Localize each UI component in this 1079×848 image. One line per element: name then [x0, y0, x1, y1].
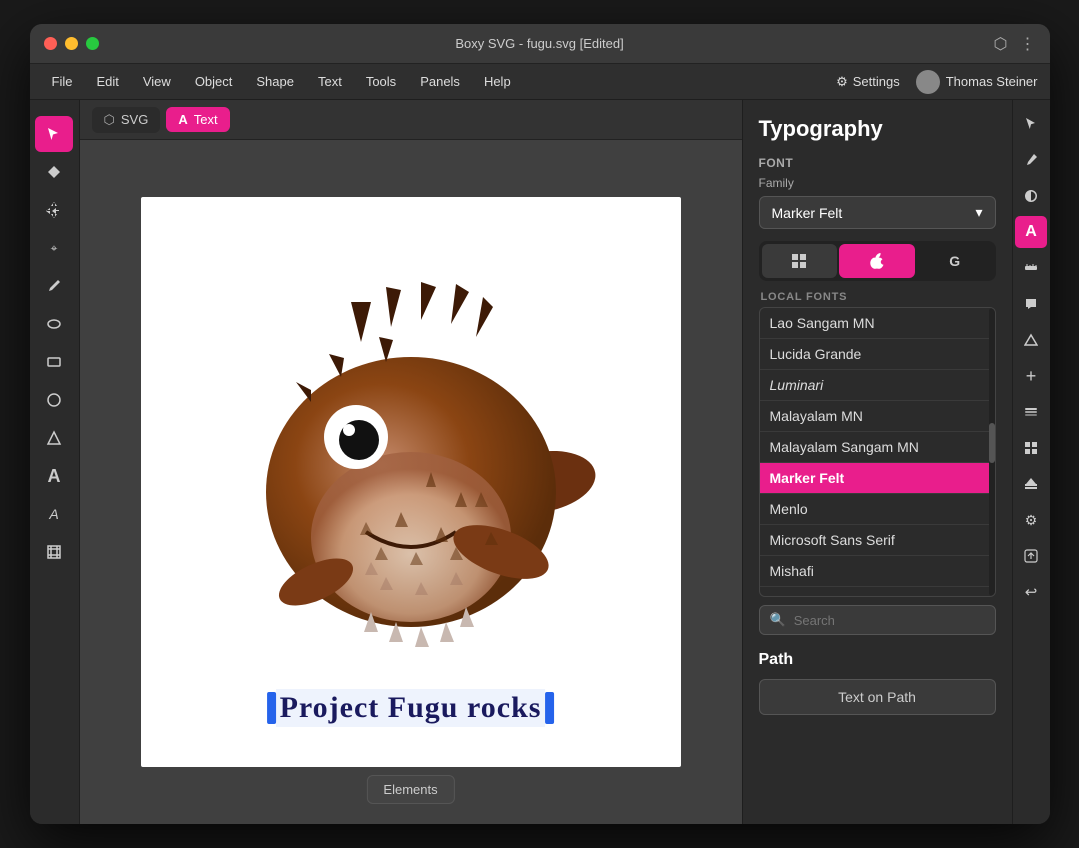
tool-frame[interactable]: [35, 534, 73, 570]
font-section-label: Font: [759, 156, 996, 170]
font-item-mishafi-gold[interactable]: Mishafi Gold: [760, 587, 995, 597]
font-item-malayalam-sangam[interactable]: Malayalam Sangam MN: [760, 432, 995, 463]
local-fonts-label: LOCAL FONTS: [759, 291, 996, 303]
search-box[interactable]: 🔍: [759, 605, 996, 635]
right-icon-settings[interactable]: ⚙: [1015, 504, 1047, 536]
font-source-grid[interactable]: [762, 244, 838, 278]
avatar: [916, 70, 940, 94]
menu-help[interactable]: Help: [474, 70, 521, 93]
user-name: Thomas Steiner: [946, 74, 1038, 89]
menu-object[interactable]: Object: [185, 70, 243, 93]
tool-node[interactable]: [35, 154, 73, 190]
right-icon-typography[interactable]: A: [1015, 216, 1047, 248]
canvas-area: Project Fugu rocks Elements: [80, 140, 742, 824]
tool-ellipse[interactable]: [35, 306, 73, 342]
font-source-google[interactable]: G: [917, 244, 993, 278]
fugu-illustration: [211, 282, 611, 682]
tool-zoom[interactable]: ⌖: [35, 230, 73, 266]
search-icon: 🔍: [770, 612, 786, 628]
text-handle-right: [545, 692, 554, 724]
tab-text[interactable]: A Text: [166, 107, 229, 132]
close-button[interactable]: [44, 37, 57, 50]
traffic-lights: [44, 37, 99, 50]
font-item-mishafi[interactable]: Mishafi: [760, 556, 995, 587]
text-tab-label: Text: [194, 112, 218, 127]
svg-tab-label: SVG: [121, 112, 148, 127]
minimize-button[interactable]: [65, 37, 78, 50]
font-item-marker-felt[interactable]: Marker Felt: [760, 463, 995, 494]
right-icon-triangle[interactable]: [1015, 324, 1047, 356]
path-section-label: Path: [759, 651, 996, 669]
font-item-malayalam[interactable]: Malayalam MN: [760, 401, 995, 432]
canvas-wrapper[interactable]: Project Fugu rocks: [141, 197, 681, 767]
right-icon-contrast[interactable]: [1015, 180, 1047, 212]
right-panel: Typography Font Family Marker Felt ▾: [742, 100, 1012, 824]
tool-rect[interactable]: [35, 344, 73, 380]
font-source-apple[interactable]: [839, 244, 915, 278]
right-icon-undo[interactable]: ↩: [1015, 576, 1047, 608]
menu-tools[interactable]: Tools: [356, 70, 406, 93]
menu-file[interactable]: File: [42, 70, 83, 93]
settings-button[interactable]: ⚙ Settings: [836, 74, 900, 90]
dropdown-chevron-icon: ▾: [975, 204, 982, 221]
tool-circle[interactable]: [35, 382, 73, 418]
panel-title: Typography: [759, 116, 996, 142]
settings-icon: ⚙: [836, 74, 848, 90]
canvas-text-content: Project Fugu rocks: [276, 689, 546, 727]
right-icon-layers[interactable]: [1015, 396, 1047, 428]
menu-edit[interactable]: Edit: [86, 70, 128, 93]
user-button[interactable]: Thomas Steiner: [916, 70, 1038, 94]
right-icon-export[interactable]: [1015, 540, 1047, 572]
elements-button[interactable]: Elements: [366, 775, 454, 804]
right-icon-pen[interactable]: [1015, 144, 1047, 176]
text-on-path-button[interactable]: Text on Path: [759, 679, 996, 715]
right-icon-comment[interactable]: [1015, 288, 1047, 320]
menu-shape[interactable]: Shape: [246, 70, 304, 93]
tool-text[interactable]: A: [35, 458, 73, 494]
font-list: Lao Sangam MN Lucida Grande Luminari Mal…: [759, 307, 996, 597]
font-item-microsoft-sans[interactable]: Microsoft Sans Serif: [760, 525, 995, 556]
window-title: Boxy SVG - fugu.svg [Edited]: [455, 36, 623, 51]
tool-pan[interactable]: [35, 192, 73, 228]
font-item-luminari[interactable]: Luminari: [760, 370, 995, 401]
font-source-tabs: G: [759, 241, 996, 281]
font-item-lucida[interactable]: Lucida Grande: [760, 339, 995, 370]
font-family-dropdown[interactable]: Marker Felt ▾: [759, 196, 996, 229]
tool-select[interactable]: [35, 116, 73, 152]
font-section: Font Family Marker Felt ▾: [759, 156, 996, 635]
font-item-menlo[interactable]: Menlo: [760, 494, 995, 525]
left-toolbar: ⌖ A A: [30, 100, 80, 824]
right-icon-pointer[interactable]: [1015, 108, 1047, 140]
right-icon-ruler[interactable]: [1015, 252, 1047, 284]
right-icon-plus[interactable]: +: [1015, 360, 1047, 392]
tool-text-small[interactable]: A: [35, 496, 73, 532]
menu-view[interactable]: View: [133, 70, 181, 93]
tab-bar: ⬡ SVG A Text: [80, 100, 742, 140]
right-icon-library[interactable]: [1015, 468, 1047, 500]
text-handle-left: [267, 692, 276, 724]
font-item-lao[interactable]: Lao Sangam MN: [760, 308, 995, 339]
settings-label: Settings: [853, 74, 900, 89]
search-input[interactable]: [794, 613, 985, 628]
puzzle-icon[interactable]: ⬡: [994, 34, 1008, 54]
family-label: Family: [759, 176, 996, 190]
text-tab-icon: A: [178, 112, 187, 127]
right-icon-grid[interactable]: [1015, 432, 1047, 464]
tool-pen[interactable]: [35, 268, 73, 304]
tool-triangle[interactable]: [35, 420, 73, 456]
svg-tab-icon: ⬡: [104, 112, 115, 128]
selected-font-family: Marker Felt: [772, 205, 843, 221]
right-icons-panel: A + ⚙ ↩: [1012, 100, 1050, 824]
path-section: Path Text on Path: [759, 651, 996, 715]
more-icon[interactable]: ⋮: [1020, 34, 1036, 54]
canvas-selected-text[interactable]: Project Fugu rocks: [267, 689, 555, 727]
menubar: File Edit View Object Shape Text Tools P…: [30, 64, 1050, 100]
maximize-button[interactable]: [86, 37, 99, 50]
titlebar: Boxy SVG - fugu.svg [Edited] ⬡ ⋮: [30, 24, 1050, 64]
menu-panels[interactable]: Panels: [410, 70, 470, 93]
menu-text[interactable]: Text: [308, 70, 352, 93]
tab-svg[interactable]: ⬡ SVG: [92, 107, 161, 133]
